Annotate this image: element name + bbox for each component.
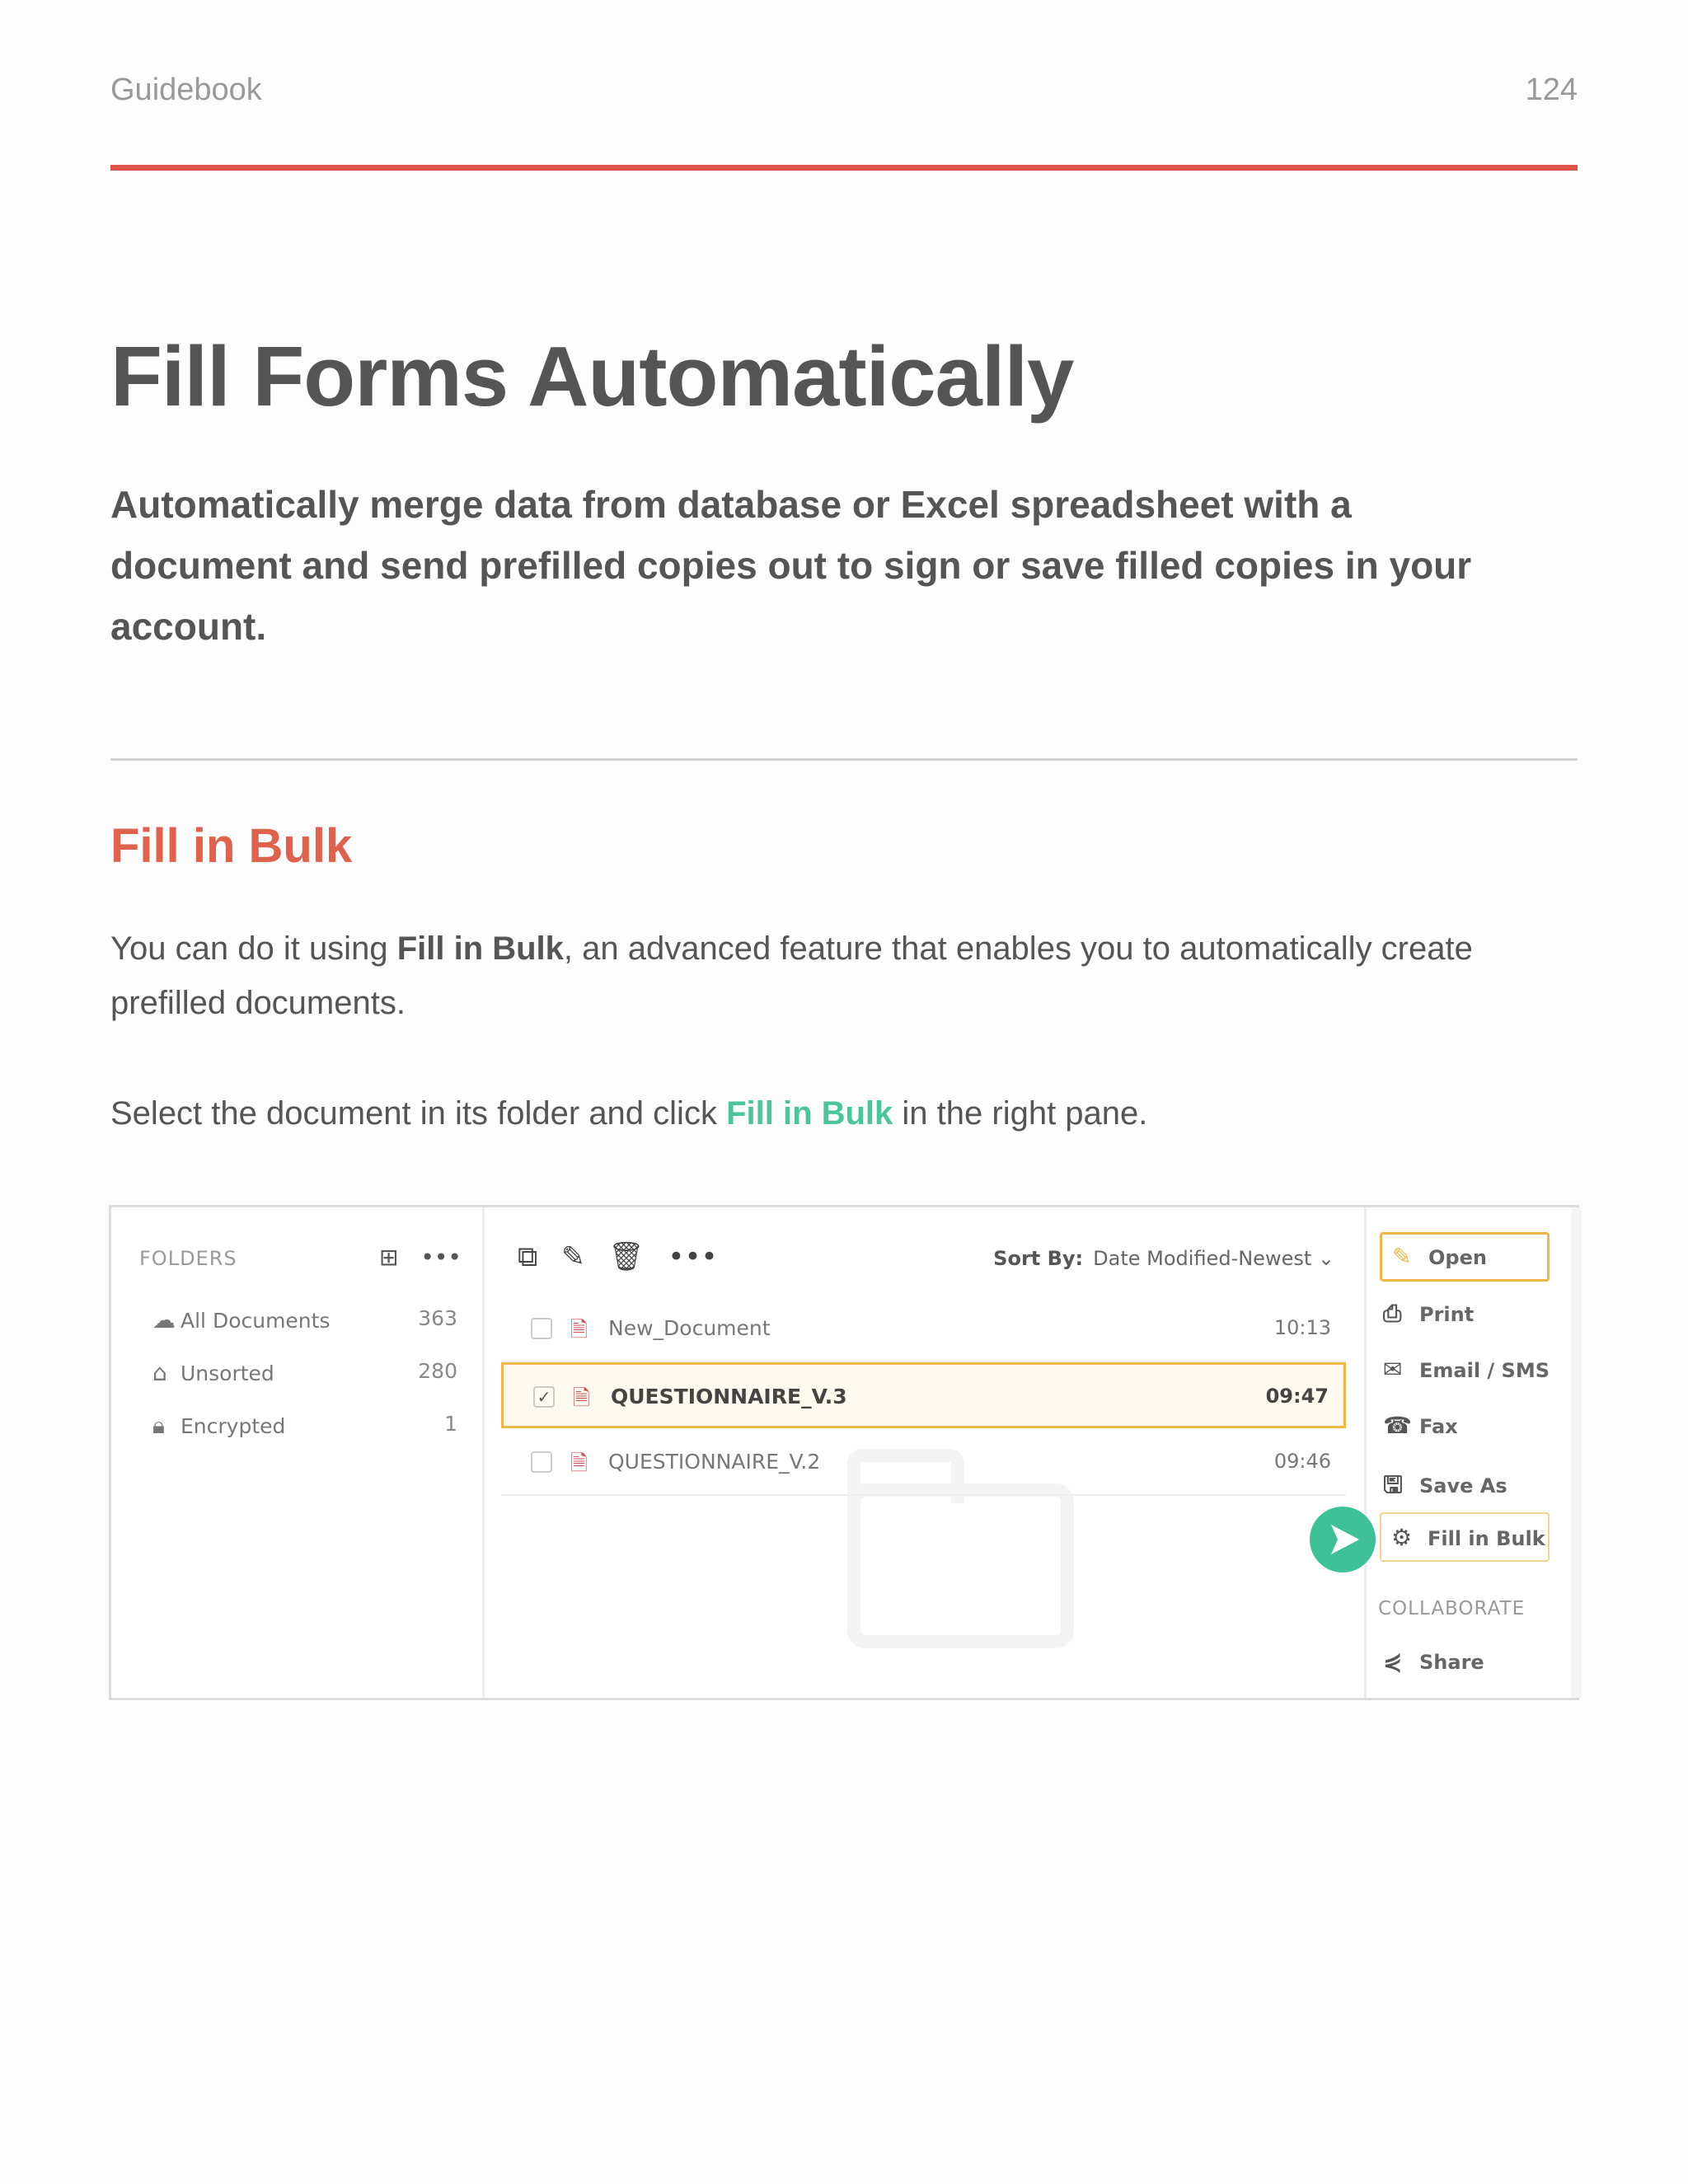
folders-panel: FOLDERS ⊞ ••• ☁ All Documents 363 ⌂ Unsort… <box>111 1207 485 1698</box>
save-as-label: Save As <box>1419 1474 1507 1497</box>
print-label: Print <box>1419 1303 1475 1326</box>
document-name: QUESTIONNAIRE_V.2 <box>608 1450 821 1474</box>
share-button[interactable]: ⋞ Share <box>1383 1647 1484 1675</box>
share-icon: ⋞ <box>1383 1647 1403 1675</box>
instruction-text-pre: Select the document in its folder and cl… <box>110 1095 727 1132</box>
sort-control[interactable]: Sort By: Date Modified-Newest ⌄ <box>993 1247 1334 1270</box>
table-row-selected[interactable]: ✓ 🗎 QUESTIONNAIRE_V.3 09:47 <box>501 1362 1346 1428</box>
document-time: 09:47 <box>1265 1385 1329 1408</box>
sort-label: Sort By: <box>993 1247 1084 1270</box>
fill-in-bulk-label: Fill in Bulk <box>1428 1527 1545 1550</box>
share-label: Share <box>1419 1651 1484 1674</box>
lead-paragraph: Automatically merge data from database o… <box>110 483 1472 648</box>
table-row[interactable]: 🗎 QUESTIONNAIRE_V.2 09:46 <box>501 1430 1346 1496</box>
header-rule <box>110 165 1578 171</box>
pdf-document-icon: 🗎 <box>573 1386 590 1411</box>
folder-count: 363 <box>418 1306 457 1330</box>
trash-icon[interactable]: 🗑︎ <box>608 1240 644 1273</box>
fax-label: Fax <box>1419 1415 1458 1438</box>
folder-label: Unsorted <box>181 1361 274 1385</box>
email-label: Email / SMS <box>1419 1359 1550 1382</box>
new-folder-icon[interactable]: ⊞ <box>379 1244 398 1271</box>
folders-heading: FOLDERS <box>139 1247 237 1270</box>
folder-label: Encrypted <box>181 1414 286 1438</box>
lock-icon: 🔒︎ <box>152 1412 165 1439</box>
cloud-icon: ☁ <box>152 1306 176 1333</box>
pointer-arrow-icon <box>1310 1507 1376 1572</box>
table-row[interactable]: 🗎 New_Document 10:13 <box>501 1296 1346 1362</box>
open-button[interactable]: ✎ Open <box>1380 1232 1550 1282</box>
copy-icon[interactable]: ⧉ <box>518 1240 537 1273</box>
section-divider <box>110 758 1578 761</box>
paragraph-intro: You can do it using Fill in Bulk, an adv… <box>110 921 1561 1030</box>
sort-value: Date Modified-Newest <box>1093 1247 1312 1270</box>
scrollbar[interactable] <box>1572 1207 1582 1698</box>
fax-icon: ☎ <box>1383 1412 1412 1439</box>
fax-button[interactable]: ☎ Fax <box>1383 1412 1458 1439</box>
actions-pane: ✎ Open ⎙ Print ✉ Email / SMS ☎ Fax 🖫 Save As … <box>1367 1207 1568 1698</box>
folder-watermark-icon <box>847 1449 1074 1648</box>
fill-in-bulk-link[interactable]: Fill in Bulk <box>726 1095 893 1132</box>
paragraph-instruction: Select the document in its folder and cl… <box>110 1086 1561 1141</box>
pdf-document-icon: 🗎 <box>570 1318 588 1343</box>
folder-label: All Documents <box>181 1309 331 1333</box>
document-name: New_Document <box>608 1316 771 1340</box>
document-name: QUESTIONNAIRE_V.3 <box>611 1385 847 1408</box>
chevron-down-icon: ⌄ <box>1317 1247 1334 1270</box>
row-checkbox-checked[interactable]: ✓ <box>533 1386 555 1408</box>
printer-icon: ⎙ <box>1383 1300 1402 1327</box>
fill-in-bulk-button[interactable]: ⚙ Fill in Bulk <box>1380 1512 1550 1562</box>
folder-count: 1 <box>444 1412 457 1436</box>
edit-icon[interactable]: ✎ <box>561 1240 585 1273</box>
email-sms-button[interactable]: ✉ Email / SMS <box>1383 1356 1550 1383</box>
running-header-title: Guidebook <box>110 73 262 107</box>
folder-count: 280 <box>418 1359 457 1383</box>
row-checkbox[interactable] <box>531 1318 552 1339</box>
folder-item-all-documents[interactable]: ☁ All Documents 363 <box>152 1306 457 1333</box>
pdf-document-icon: 🗎 <box>570 1451 588 1476</box>
more-icon[interactable]: ••• <box>420 1244 462 1271</box>
app-screenshot: FOLDERS ⊞ ••• ☁ All Documents 363 ⌂ Unsort… <box>109 1205 1582 1700</box>
envelope-icon: ✉ <box>1383 1356 1403 1383</box>
more-icon[interactable]: ••• <box>668 1240 717 1273</box>
folder-item-encrypted[interactable]: 🔒︎ Encrypted 1 <box>152 1412 457 1440</box>
document-list-panel: ⧉ ✎ 🗑︎ ••• Sort By: Date Modified-Newest … <box>485 1207 1367 1698</box>
page-number: 124 <box>1525 73 1578 107</box>
collaborate-heading: COLLABORATE <box>1378 1598 1526 1619</box>
save-as-button[interactable]: 🖫 Save As <box>1383 1468 1507 1507</box>
gear-icon: ⚙ <box>1391 1524 1413 1551</box>
home-icon: ⌂ <box>152 1359 167 1386</box>
intro-bold-term: Fill in Bulk <box>396 930 564 967</box>
open-label: Open <box>1428 1246 1487 1269</box>
folder-item-unsorted[interactable]: ⌂ Unsorted 280 <box>152 1359 457 1386</box>
print-button[interactable]: ⎙ Print <box>1383 1300 1474 1328</box>
instruction-text-post: in the right pane. <box>893 1095 1148 1132</box>
document-time: 09:46 <box>1273 1450 1331 1473</box>
intro-text-pre: You can do it using <box>110 930 397 967</box>
edit-document-icon: ✎ <box>1392 1243 1412 1270</box>
save-icon: 🖫 <box>1383 1471 1403 1498</box>
row-checkbox[interactable] <box>531 1451 552 1473</box>
section-title: Fill in Bulk <box>110 819 353 873</box>
document-time: 10:13 <box>1273 1316 1331 1339</box>
page-title: Fill Forms Automatically <box>110 329 1074 424</box>
